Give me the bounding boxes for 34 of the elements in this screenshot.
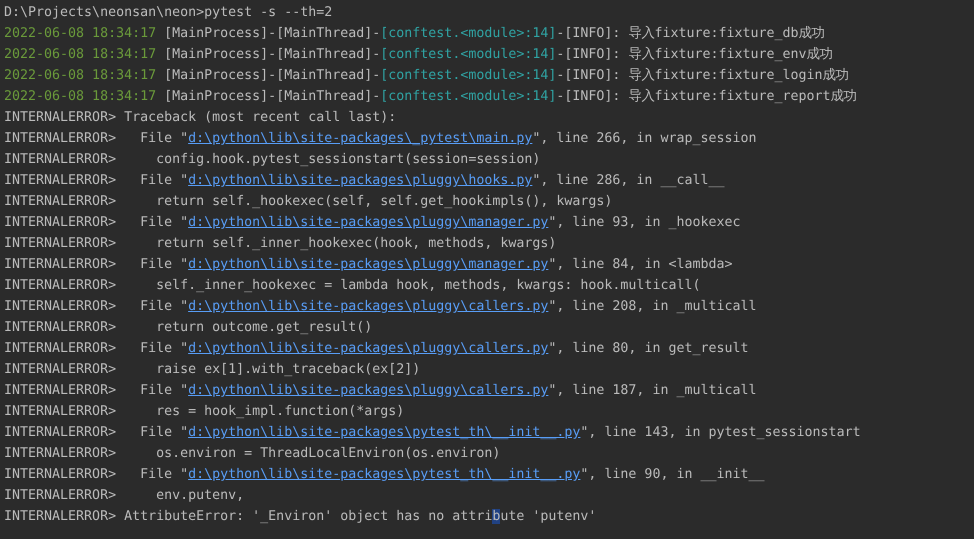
- console-line: INTERNALERROR> File "d:\python\lib\site-packages\pluggy\callers.py", line 208, in _multicall: [4, 299, 757, 314]
- console-line: INTERNALERROR> config.hook.pytest_sessionstart(session=session): [4, 152, 540, 167]
- console-line: INTERNALERROR> self._inner_hookexec = lambda hook, methods, kwargs: hook.multicall(: [4, 278, 700, 293]
- console-line: INTERNALERROR> File "d:\python\lib\site-packages\pluggy\manager.py", line 84, in <lambda>: [4, 257, 732, 272]
- file-link[interactable]: d:\python\lib\site-packages\pluggy\manager.py: [188, 215, 548, 230]
- file-link[interactable]: d:\python\lib\site-packages\pytest_th\__init__.py: [188, 467, 580, 482]
- console-line: INTERNALERROR> res = hook_impl.function(*args): [4, 404, 404, 419]
- console-line: INTERNALERROR> Traceback (most recent call last):: [4, 110, 396, 125]
- file-link[interactable]: d:\python\lib\site-packages\pluggy\callers.py: [188, 299, 548, 314]
- console-line: D:\Projects\neonsan\neon>pytest -s --th=2: [4, 5, 332, 20]
- console-line: INTERNALERROR> File "d:\python\lib\site-packages\pluggy\hooks.py", line 286, in __call__: [4, 173, 724, 188]
- file-link[interactable]: d:\python\lib\site-packages\pluggy\hooks.py: [188, 173, 532, 188]
- console-line: INTERNALERROR> File "d:\python\lib\site-packages\pytest_th\__init__.py", line 90, in __init__: [4, 467, 765, 482]
- file-link[interactable]: d:\python\lib\site-packages\pluggy\callers.py: [188, 383, 548, 398]
- console-line: INTERNALERROR> env.putenv,: [4, 488, 244, 503]
- console-line: INTERNALERROR> File "d:\python\lib\site-packages\pluggy\callers.py", line 80, in get_result: [4, 341, 749, 356]
- console-line: INTERNALERROR> File "d:\python\lib\site-packages\pluggy\manager.py", line 93, in _hookexec: [4, 215, 741, 230]
- console-line: INTERNALERROR> os.environ = ThreadLocalEnviron(os.environ): [4, 446, 500, 461]
- console-line: 2022-06-08 18:34:17 [MainProcess]-[MainThread]-[conftest.<module>:14]-[INFO]: 导入fixture:fixture_report成功: [4, 89, 857, 104]
- console-line: INTERNALERROR> raise ex[1].with_traceback(ex[2]): [4, 362, 420, 377]
- file-link[interactable]: d:\python\lib\site-packages\pytest_th\__init__.py: [188, 425, 580, 440]
- file-link[interactable]: d:\python\lib\site-packages\pluggy\manager.py: [188, 257, 548, 272]
- console-line: INTERNALERROR> File "d:\python\lib\site-packages\pytest_th\__init__.py", line 143, in pytest_sessionstart: [4, 425, 861, 440]
- console-line: INTERNALERROR> return self._hookexec(self, self.get_hookimpls(), kwargs): [4, 194, 612, 209]
- console-line: INTERNALERROR> return self._inner_hookexec(hook, methods, kwargs): [4, 236, 556, 251]
- console-line: 2022-06-08 18:34:17 [MainProcess]-[MainThread]-[conftest.<module>:14]-[INFO]: 导入fixture:fixture_db成功: [4, 26, 825, 41]
- file-link[interactable]: d:\python\lib\site-packages\_pytest\main.py: [188, 131, 532, 146]
- console-line: 2022-06-08 18:34:17 [MainProcess]-[MainThread]-[conftest.<module>:14]-[INFO]: 导入fixture:fixture_env成功: [4, 47, 833, 62]
- console-line: INTERNALERROR> File "d:\python\lib\site-packages\_pytest\main.py", line 266, in wrap_session: [4, 131, 757, 146]
- console-line: INTERNALERROR> return outcome.get_result(): [4, 320, 372, 335]
- console-line: INTERNALERROR> File "d:\python\lib\site-packages\pluggy\callers.py", line 187, in _multicall: [4, 383, 757, 398]
- file-link[interactable]: d:\python\lib\site-packages\pluggy\callers.py: [188, 341, 548, 356]
- console-line: 2022-06-08 18:34:17 [MainProcess]-[MainThread]-[conftest.<module>:14]-[INFO]: 导入fixture:fixture_login成功: [4, 68, 849, 83]
- console-line: INTERNALERROR> AttributeError: '_Environ' object has no attribute 'putenv': [4, 509, 596, 524]
